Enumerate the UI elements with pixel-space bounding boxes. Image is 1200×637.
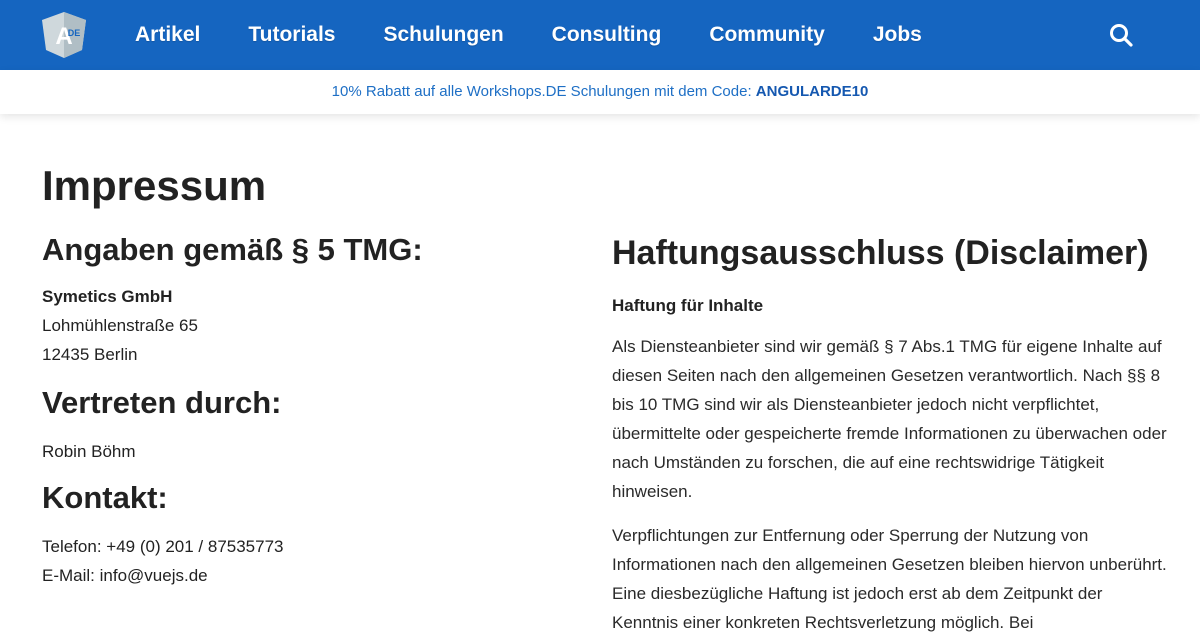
street-address: Lohmühlenstraße 65	[42, 316, 198, 335]
nav-item-consulting[interactable]: Consulting	[552, 23, 662, 47]
email-address: E-Mail: info@vuejs.de	[42, 566, 208, 585]
angaben-heading: Angaben gemäß § 5 TMG:	[42, 232, 423, 267]
search-icon[interactable]	[1108, 22, 1134, 48]
nav-links: Artikel Tutorials Schulungen Consulting …	[135, 0, 970, 70]
nav-item-community[interactable]: Community	[709, 23, 825, 47]
promo-text: 10% Rabatt auf alle Workshops.DE Schulun…	[331, 83, 756, 100]
top-navbar: A DE Artikel Tutorials Schulungen Consul…	[0, 0, 1200, 70]
kontakt-heading: Kontakt:	[42, 480, 168, 515]
company-name: Symetics GmbH	[42, 287, 173, 306]
promo-banner[interactable]: 10% Rabatt auf alle Workshops.DE Schulun…	[0, 70, 1200, 114]
page-title: Impressum	[42, 162, 267, 209]
disclaimer-paragraph-1: Als Diensteanbieter sind wir gemäß § 7 A…	[612, 337, 1167, 501]
nav-item-schulungen[interactable]: Schulungen	[383, 23, 503, 47]
nav-item-tutorials[interactable]: Tutorials	[248, 23, 335, 47]
contact-block: Telefon: +49 (0) 201 / 87535773 E-Mail: …	[42, 532, 562, 590]
disclaimer-paragraph-2: Verpflichtungen zur Entfernung oder Sper…	[612, 526, 1167, 632]
representative-name: Robin Böhm	[42, 442, 136, 461]
disclaimer-heading: Haftungsausschluss (Disclaimer)	[612, 234, 1149, 272]
promo-code: ANGULARDE10	[755, 83, 869, 100]
city-address: 12435 Berlin	[42, 345, 138, 364]
nav-item-artikel[interactable]: Artikel	[135, 23, 200, 47]
vertreten-heading: Vertreten durch:	[42, 385, 282, 420]
address-block: Symetics GmbH Lohmühlenstraße 65 12435 B…	[42, 282, 562, 369]
liability-subheading: Haftung für Inhalte	[612, 296, 764, 315]
imprint-details: Angaben gemäß § 5 TMG: Symetics GmbH Loh…	[42, 232, 562, 590]
nav-item-jobs[interactable]: Jobs	[873, 23, 922, 47]
disclaimer-section: Haftungsausschluss (Disclaimer) Haftung …	[612, 234, 1172, 637]
svg-text:DE: DE	[68, 28, 81, 38]
angular-de-logo-icon[interactable]: A DE	[42, 12, 86, 58]
phone-number: Telefon: +49 (0) 201 / 87535773	[42, 537, 284, 556]
